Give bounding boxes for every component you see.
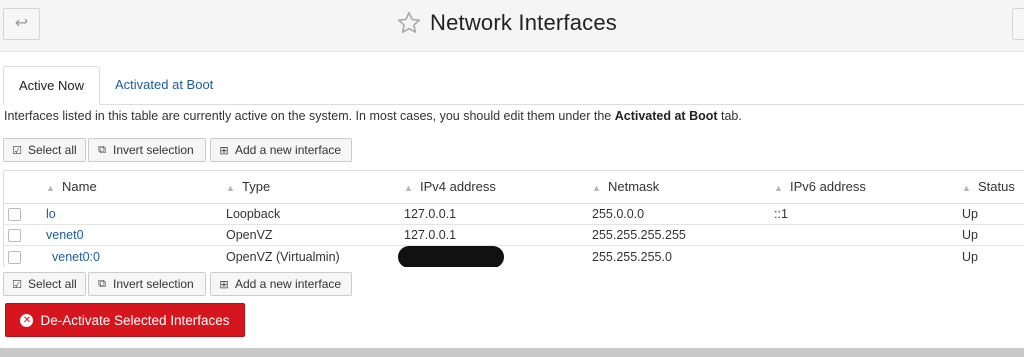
check-square-icon: ☑ [12, 278, 22, 291]
select-all-button[interactable]: ☑ Select all [3, 272, 86, 296]
cell-ipv6 [774, 224, 962, 246]
tab-activated-at-boot[interactable]: Activated at Boot [100, 66, 228, 105]
bottom-scroll-bar [0, 348, 1024, 357]
cell-ipv4: 127.0.0.1 [404, 203, 592, 225]
plus-square-icon: ⊞ [219, 144, 229, 157]
description-bold: Activated at Boot [614, 109, 718, 123]
sort-icon: ▲ [774, 183, 783, 194]
share-square-icon: ⧉ [98, 277, 106, 290]
sort-icon: ▲︎ [46, 183, 55, 194]
interface-link[interactable]: venet0 [46, 228, 84, 242]
header-checkbox-col [4, 171, 46, 204]
top-bar: ↩ Network Interfaces [0, 0, 1024, 52]
table-row: venet0:0 OpenVZ (Virtualmin) 255.255.255… [4, 245, 1024, 267]
cell-type: OpenVZ (Virtualmin) [226, 245, 404, 267]
cell-ipv6: ::1 [774, 203, 962, 225]
interface-link[interactable]: venet0:0 [52, 250, 100, 264]
title-area: Network Interfaces [396, 8, 617, 38]
tab-active-now[interactable]: Active Now [3, 66, 100, 105]
star-outline-icon[interactable] [396, 10, 422, 36]
invert-selection-button[interactable]: ⧉ Invert selection [88, 272, 206, 296]
cell-netmask: 255.255.255.0 [592, 245, 774, 267]
deactivate-interfaces-button[interactable]: ✕ De-Activate Selected Interfaces [5, 303, 245, 337]
check-square-icon: ☑ [12, 144, 22, 157]
top-action-row: ☑ Select all ⧉ Invert selection ⊞ Add a … [3, 138, 352, 162]
cell-ipv6 [774, 245, 962, 267]
cell-status: Up [962, 203, 1024, 225]
cell-netmask: 255.0.0.0 [592, 203, 774, 225]
plus-square-icon: ⊞ [219, 278, 229, 291]
select-all-button[interactable]: ☑ Select all [3, 138, 86, 162]
share-square-icon: ⧉ [98, 143, 106, 156]
cell-type: OpenVZ [226, 224, 404, 246]
table-row: lo Loopback 127.0.0.1 255.0.0.0 ::1 Up [4, 203, 1024, 225]
cell-type: Loopback [226, 203, 404, 225]
add-interface-button[interactable]: ⊞ Add a new interface [210, 138, 352, 162]
cell-ipv4: 127.0.0.1 [404, 224, 592, 246]
column-header-status[interactable]: ▲ Status [962, 171, 1024, 204]
interface-link[interactable]: lo [46, 207, 56, 221]
redaction-mark [398, 245, 504, 267]
tab-bar: Active Now Activated at Boot [3, 66, 1024, 105]
column-header-ipv4[interactable]: ▲ IPv4 address [404, 171, 592, 204]
interfaces-table: ▲︎ Name ▲ Type ▲ IPv4 address ▲ Netmask ▲ IPv… [3, 170, 1024, 267]
page-title: Network Interfaces [430, 10, 618, 35]
column-header-netmask[interactable]: ▲ Netmask [592, 171, 774, 204]
back-button[interactable]: ↩ [3, 8, 40, 40]
add-interface-button[interactable]: ⊞ Add a new interface [210, 272, 352, 296]
arrow-left-icon: ↩ [14, 15, 29, 32]
cell-status: Up [962, 245, 1024, 267]
column-header-ipv6[interactable]: ▲ IPv6 address [774, 171, 962, 204]
table-header-row: ▲︎ Name ▲ Type ▲ IPv4 address ▲ Netmask ▲ IPv… [4, 171, 1024, 204]
sort-icon: ▲ [962, 183, 971, 194]
column-header-type[interactable]: ▲ Type [226, 171, 404, 204]
sort-icon: ▲ [404, 183, 413, 194]
bottom-action-row: ☑ Select all ⧉ Invert selection ⊞ Add a … [3, 272, 352, 296]
cell-status: Up [962, 224, 1024, 246]
row-checkbox[interactable] [8, 228, 21, 242]
help-button[interactable] [1012, 8, 1024, 40]
column-header-name[interactable]: ▲︎ Name [46, 171, 226, 204]
table-row: venet0 OpenVZ 127.0.0.1 255.255.255.255 … [4, 224, 1024, 246]
row-checkbox[interactable] [8, 207, 21, 221]
invert-selection-button[interactable]: ⧉ Invert selection [88, 138, 206, 162]
sort-icon: ▲ [592, 183, 601, 194]
row-checkbox[interactable] [8, 250, 21, 264]
sort-icon: ▲ [226, 183, 235, 194]
cell-ipv4 [398, 245, 592, 267]
times-circle-icon: ✕ [20, 313, 34, 327]
description-text: Interfaces listed in this table are curr… [4, 109, 742, 123]
cell-netmask: 255.255.255.255 [592, 224, 774, 246]
